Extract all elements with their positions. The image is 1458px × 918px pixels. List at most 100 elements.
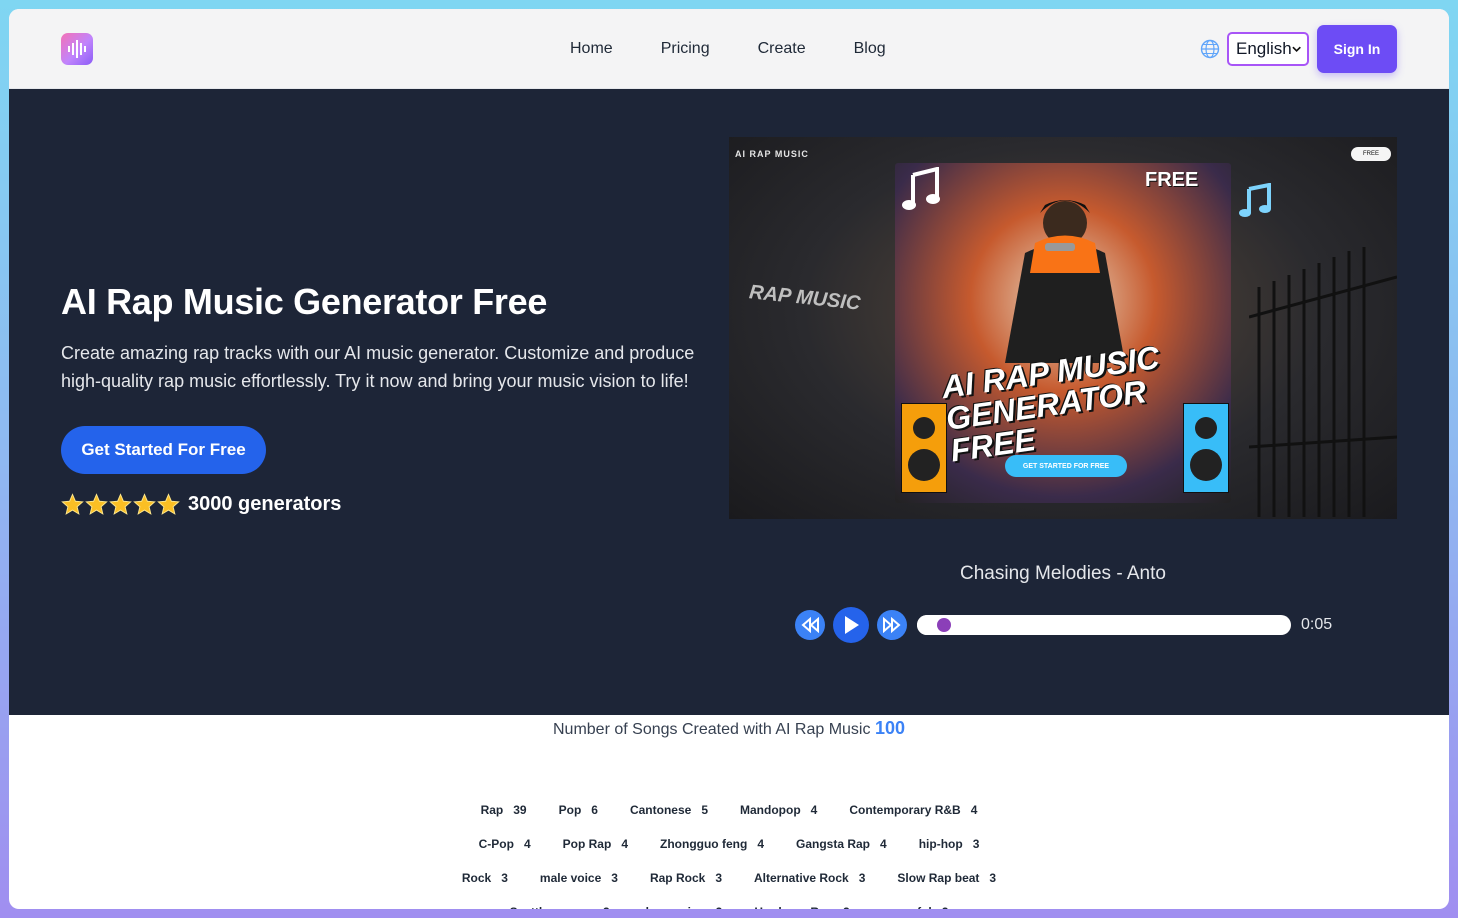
genre-tag-label: Cantonese bbox=[629, 803, 692, 817]
star-icon bbox=[61, 493, 84, 515]
genre-tag[interactable]: Hardcore Rap 2 bbox=[754, 905, 849, 909]
globe-icon bbox=[1200, 39, 1220, 59]
genre-tag-label: Rap bbox=[480, 803, 504, 817]
get-started-button[interactable]: Get Started For Free bbox=[61, 426, 266, 474]
tag-row: Rock 3 male voice 3 Rap Rock 3 Alternative Roc… bbox=[9, 861, 1449, 895]
songs-created-stat: Number of Songs Created with AI Rap Musi… bbox=[9, 718, 1449, 739]
wall-text: RAP MUSIC bbox=[748, 281, 862, 315]
main-nav: Home Pricing Create Blog bbox=[570, 39, 934, 59]
genre-tag[interactable]: Zhongguo feng 4 bbox=[660, 837, 764, 851]
genre-tag-count: 4 bbox=[810, 803, 818, 817]
language-select[interactable]: English bbox=[1227, 32, 1309, 66]
genre-tag-label: Alternative Rock bbox=[754, 871, 849, 885]
genre-tag[interactable]: Pop 6 bbox=[559, 803, 598, 817]
page-title: AI Rap Music Generator Free bbox=[61, 281, 548, 322]
genre-tag-label: Zhongguo feng bbox=[660, 837, 748, 851]
genre-tag-count: 4 bbox=[880, 837, 887, 851]
genre-tag-count: 39 bbox=[513, 803, 527, 817]
genre-tag[interactable]: Mandopop 4 bbox=[740, 803, 817, 817]
poster-button: GET STARTED FOR FREE bbox=[1005, 455, 1127, 477]
stat-count: 100 bbox=[874, 718, 905, 738]
genre-tag-label: Pop bbox=[558, 803, 582, 817]
genre-tag[interactable]: depressing 3 bbox=[642, 905, 723, 909]
genre-tag-count: 3 bbox=[989, 871, 997, 885]
tag-row: C-Pop 4 Pop Rap 4 Zhongguo feng 4 Gangsta Rap 4… bbox=[9, 827, 1449, 861]
genre-tag-label: Slow Rap beat bbox=[897, 871, 980, 885]
genre-tag-count: 2 bbox=[942, 905, 949, 909]
genre-tag-label: Mandopop bbox=[740, 803, 801, 817]
play-icon[interactable] bbox=[833, 607, 869, 643]
nav-home[interactable]: Home bbox=[570, 39, 613, 59]
genre-tag[interactable]: powerful 2 bbox=[882, 905, 949, 909]
music-note-icon bbox=[902, 167, 940, 210]
genre-tag-count: 4 bbox=[523, 837, 531, 851]
genre-tag-count: 3 bbox=[715, 871, 723, 885]
genre-tag-label: Rock bbox=[461, 871, 492, 885]
sign-in-button[interactable]: Sign In bbox=[1317, 25, 1397, 73]
progress-slider[interactable] bbox=[917, 615, 1291, 635]
progress-handle[interactable] bbox=[937, 618, 952, 632]
genre-tag[interactable]: Rock 3 bbox=[462, 871, 508, 885]
hero-section: AI Rap Music Generator Free Create amazi… bbox=[9, 89, 1449, 715]
genre-tag-count: 3 bbox=[858, 871, 866, 885]
nav-create[interactable]: Create bbox=[758, 39, 806, 59]
nav-pricing[interactable]: Pricing bbox=[661, 39, 710, 59]
genre-tag-label: male voice bbox=[539, 871, 602, 885]
genre-tag-label: Gangsta Rap bbox=[796, 837, 871, 851]
progress-fill bbox=[917, 615, 937, 635]
genre-tag-count: 6 bbox=[591, 803, 598, 817]
genre-tag[interactable]: Rap 39 bbox=[481, 803, 527, 817]
genre-tag-label: Contemporary R&B bbox=[849, 803, 961, 817]
star-icon bbox=[133, 493, 156, 515]
genre-tag-count: 3 bbox=[716, 905, 723, 909]
language-value: English bbox=[1236, 39, 1292, 58]
genre-tag-count: 3 bbox=[603, 905, 610, 909]
genre-tag-count: 4 bbox=[970, 803, 978, 817]
genre-tag[interactable]: Gangsta Rap 4 bbox=[796, 837, 887, 851]
genre-tag-count: 3 bbox=[501, 871, 508, 885]
genre-tag[interactable]: Alternative Rock 3 bbox=[754, 871, 865, 885]
chevron-down-icon bbox=[1292, 46, 1301, 53]
genre-tag[interactable]: Slow Rap beat 3 bbox=[897, 871, 996, 885]
rewind-icon[interactable] bbox=[795, 610, 825, 640]
genre-tag[interactable]: Cantonese 5 bbox=[630, 803, 708, 817]
genre-tag-cloud: Rap 39 Pop 6 Cantonese 5 Mandopop 4 Contemporary… bbox=[9, 793, 1449, 909]
poster-art: FREE AI RAP MUSIC GENERATOR FREE GET STA… bbox=[895, 163, 1231, 503]
genre-tag[interactable]: Seattle grunge 3 bbox=[510, 905, 610, 909]
genre-tag[interactable]: Pop Rap 4 bbox=[563, 837, 628, 851]
genre-tag-count: 3 bbox=[611, 871, 618, 885]
genre-tag-count: 2 bbox=[843, 905, 850, 909]
genre-tag-label: Rap Rock bbox=[649, 871, 706, 885]
genre-tag-label: hip-hop bbox=[918, 837, 963, 851]
site-header: Home Pricing Create Blog English Sign In bbox=[9, 9, 1449, 89]
star-icon bbox=[85, 493, 108, 515]
genre-tag-count: 4 bbox=[621, 837, 628, 851]
rapper-figure bbox=[1005, 200, 1125, 363]
genre-tag-count: 4 bbox=[757, 837, 764, 851]
genre-tag-label: powerful bbox=[882, 905, 932, 909]
genre-tag-label: C-Pop bbox=[478, 837, 514, 851]
stat-label: Number of Songs Created with AI Rap Musi… bbox=[553, 721, 871, 738]
genre-tag[interactable]: hip-hop 3 bbox=[919, 837, 980, 851]
genre-tag[interactable]: male voice 3 bbox=[540, 871, 618, 885]
hero-description: Create amazing rap tracks with our AI mu… bbox=[61, 343, 695, 391]
genre-tag[interactable]: Contemporary R&B 4 bbox=[849, 803, 977, 817]
tag-row: Rap 39 Pop 6 Cantonese 5 Mandopop 4 Contemporary… bbox=[9, 793, 1449, 827]
browser-window: Home Pricing Create Blog English Sign In… bbox=[9, 9, 1449, 909]
star-icon bbox=[109, 493, 132, 515]
sound-wave-icon[interactable] bbox=[61, 33, 93, 65]
song-title: Chasing Melodies - Anto bbox=[960, 563, 1166, 584]
genre-tag-count: 3 bbox=[972, 837, 980, 851]
genre-tag-count: 5 bbox=[701, 803, 709, 817]
nav-blog[interactable]: Blog bbox=[854, 39, 886, 59]
fence-graphic bbox=[1249, 247, 1397, 517]
rating-text: 3000 generators bbox=[188, 493, 342, 515]
genre-tag[interactable]: Rap Rock 3 bbox=[650, 871, 722, 885]
cover-brand: AI RAP MUSIC bbox=[735, 149, 809, 159]
tag-row: Seattle grunge3 depressing3 Hardcore Rap2 p… bbox=[9, 895, 1449, 909]
fast-forward-icon[interactable] bbox=[877, 610, 907, 640]
rating: 3000 generators bbox=[61, 493, 341, 516]
genre-tag-label: Pop Rap bbox=[562, 837, 612, 851]
star-icon bbox=[157, 493, 180, 515]
genre-tag[interactable]: C-Pop 4 bbox=[479, 837, 531, 851]
